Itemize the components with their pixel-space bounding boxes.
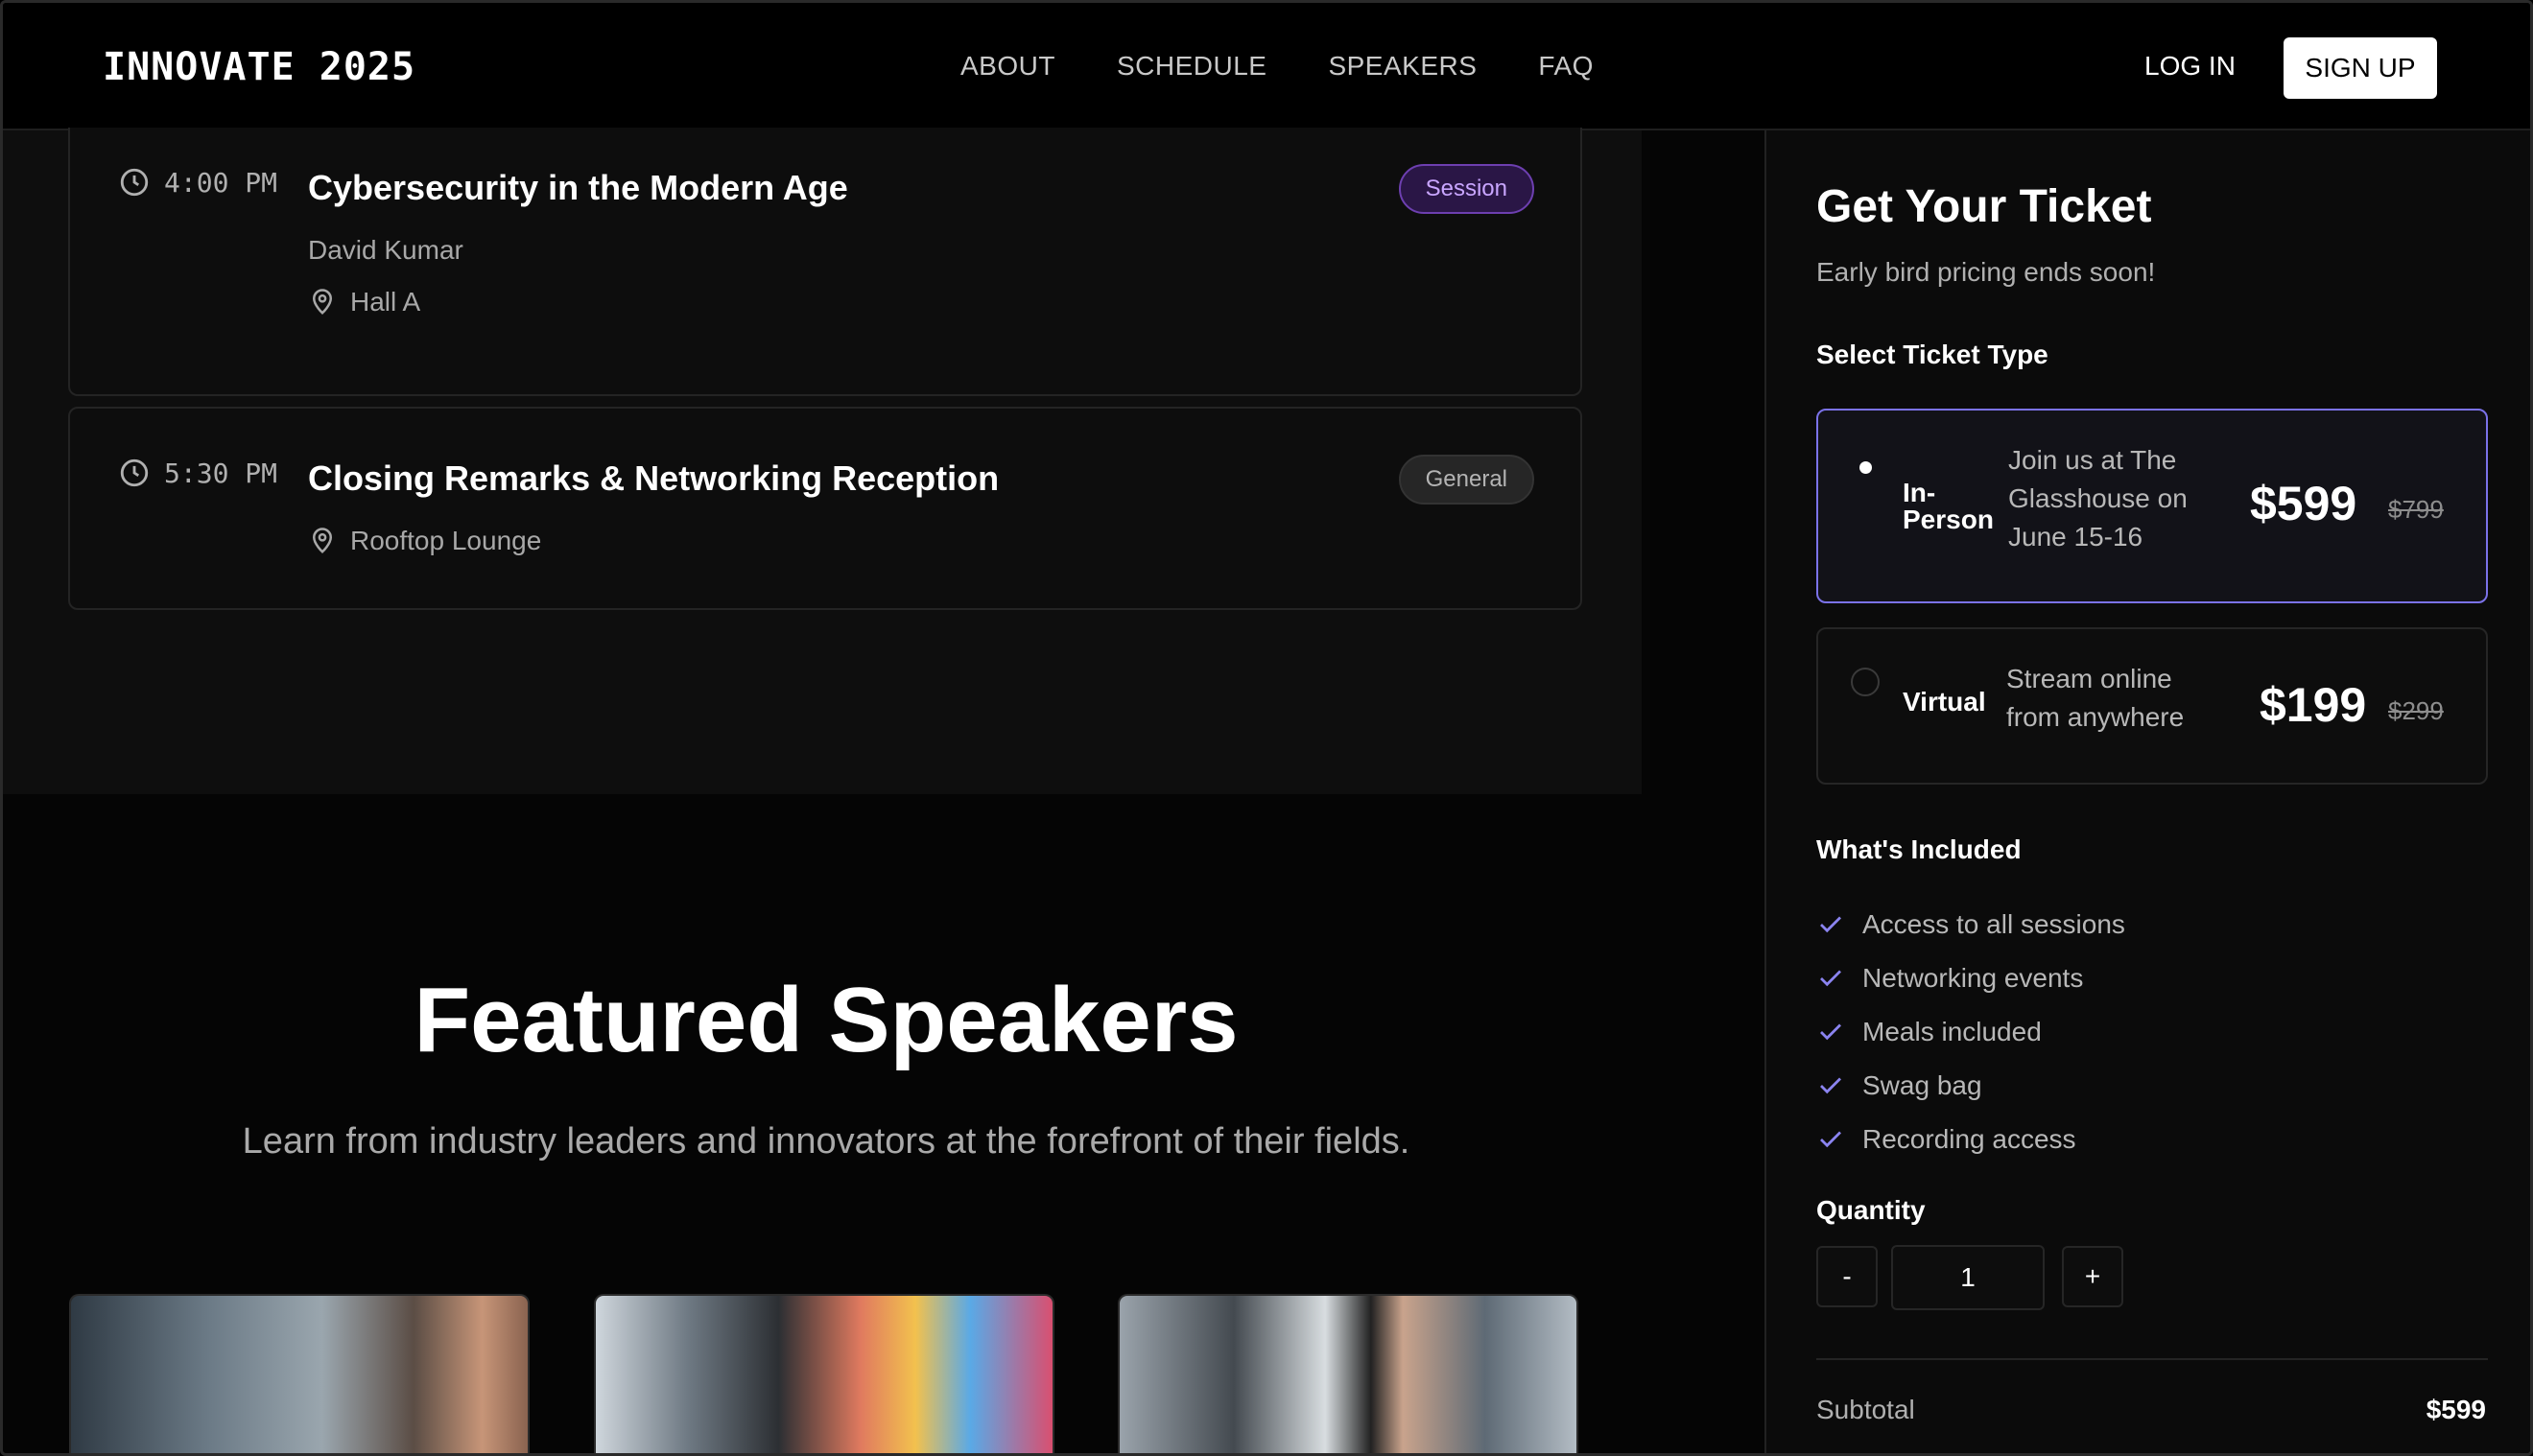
check-icon <box>1820 1023 1841 1041</box>
session-speaker: David Kumar <box>308 235 463 265</box>
ticket-price: $199 <box>2260 678 2367 732</box>
site-logo[interactable]: INNOVATE 2025 <box>103 45 415 89</box>
check-icon <box>1820 970 1841 987</box>
quantity-label: Quantity <box>1816 1195 1926 1225</box>
ticket-option-virtual[interactable]: Virtual Stream online from anywhere $199… <box>1816 627 2488 785</box>
ticket-option-in-person[interactable]: In- Person Join us at The Glasshouse on … <box>1816 409 2488 603</box>
location-pin-icon <box>312 289 333 315</box>
included-list: Access to all sessions Networking events… <box>1816 898 2125 1166</box>
session-time: 5:30 PM <box>118 457 277 489</box>
list-item: Meals included <box>1816 1005 2125 1059</box>
schedule-section: 4:00 PM Cybersecurity in the Modern Age … <box>3 128 1642 794</box>
nav-schedule[interactable]: SCHEDULE <box>1117 51 1266 82</box>
signup-button[interactable]: SIGN UP <box>2284 37 2437 99</box>
radio-selected[interactable] <box>1851 453 1880 481</box>
nav-faq[interactable]: FAQ <box>1538 51 1594 82</box>
radio-unselected[interactable] <box>1851 668 1880 696</box>
ticket-option-name: In- Person <box>1903 478 1994 534</box>
quantity-decrease-button[interactable]: - <box>1816 1246 1878 1307</box>
session-location: Rooftop Lounge <box>308 526 541 556</box>
check-icon <box>1820 1131 1841 1148</box>
ticket-price: $599 <box>2250 477 2357 530</box>
featured-speakers-subtitle: Learn from industry leaders and innovato… <box>242 1121 1410 1162</box>
check-icon <box>1820 1077 1841 1094</box>
login-link[interactable]: LOG IN <box>2144 51 2236 82</box>
session-time: 4:00 PM <box>118 166 277 199</box>
quantity-input[interactable] <box>1891 1245 2045 1310</box>
clock-icon <box>120 168 149 197</box>
session-card[interactable]: 5:30 PM Closing Remarks & Networking Rec… <box>68 407 1582 610</box>
list-item: Recording access <box>1816 1113 2125 1166</box>
list-item: Access to all sessions <box>1816 898 2125 951</box>
quantity-increase-button[interactable]: + <box>2062 1246 2123 1307</box>
list-item: Networking events <box>1816 951 2125 1005</box>
select-ticket-label: Select Ticket Type <box>1816 340 2048 369</box>
nav-speakers[interactable]: SPEAKERS <box>1328 51 1477 82</box>
nav-about[interactable]: ABOUT <box>960 51 1055 82</box>
check-icon <box>1820 916 1841 933</box>
session-title: Closing Remarks & Networking Reception <box>308 458 1000 498</box>
ticket-option-description: Join us at The Glasshouse on June 15-16 <box>2008 445 2188 552</box>
speaker-photo-card[interactable] <box>1118 1294 1578 1453</box>
session-title: Cybersecurity in the Modern Age <box>308 168 848 207</box>
ticket-title: Get Your Ticket <box>1816 181 2152 232</box>
ticket-option-description: Stream online from anywhere <box>2006 664 2185 732</box>
subtotal-label: Subtotal <box>1816 1395 1915 1424</box>
ticket-subtitle: Early bird pricing ends soon! <box>1816 257 2156 287</box>
speaker-photo-card[interactable] <box>69 1294 530 1453</box>
session-tag-badge: Session <box>1398 164 1534 214</box>
location-pin-icon <box>312 528 333 553</box>
whats-included-label: What's Included <box>1816 834 2022 864</box>
clock-icon <box>120 458 149 487</box>
session-location: Hall A <box>308 287 420 317</box>
list-item: Swag bag <box>1816 1059 2125 1113</box>
ticket-original-price: $799 <box>2388 495 2444 524</box>
speaker-photo-card[interactable] <box>594 1294 1054 1453</box>
ticket-option-name: Virtual <box>1903 687 1986 716</box>
featured-speakers-title: Featured Speakers <box>414 969 1239 1071</box>
ticket-panel: Get Your Ticket Early bird pricing ends … <box>1764 130 2530 1453</box>
ticket-original-price: $299 <box>2388 696 2444 725</box>
browser-frame: INNOVATE 2025 ABOUT SCHEDULE SPEAKERS FA… <box>0 0 2533 1456</box>
general-tag-badge: General <box>1398 455 1534 505</box>
main-nav: ABOUT SCHEDULE SPEAKERS FAQ <box>960 51 1594 82</box>
divider <box>1816 1358 2488 1360</box>
site-header: INNOVATE 2025 ABOUT SCHEDULE SPEAKERS FA… <box>3 3 2530 130</box>
subtotal-value: $599 <box>2426 1395 2486 1424</box>
session-card[interactable]: 4:00 PM Cybersecurity in the Modern Age … <box>68 128 1582 396</box>
